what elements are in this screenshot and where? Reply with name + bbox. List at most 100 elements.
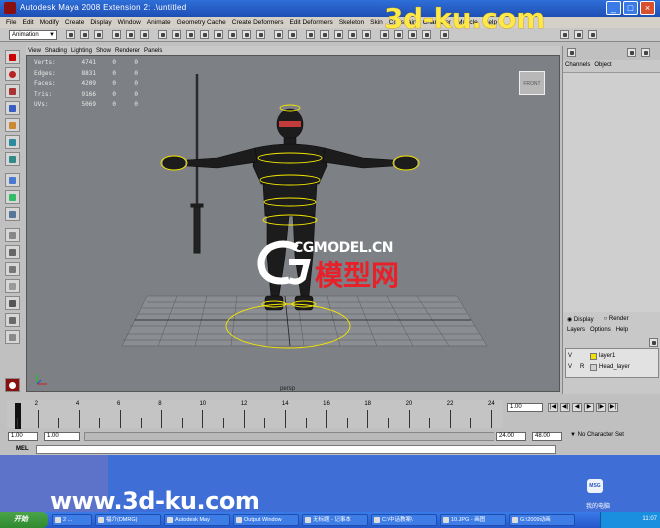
manipulator-tool-icon[interactable] <box>5 152 20 166</box>
range-bar[interactable] <box>84 432 495 441</box>
show-tool-settings-icon[interactable] <box>574 30 583 39</box>
layer-color-swatch[interactable] <box>590 353 597 360</box>
perspective-viewport[interactable]: Verts: 4741 0 0 Edges: 8831 0 0 Faces: 4… <box>26 55 560 392</box>
close-button[interactable]: × <box>640 1 655 15</box>
trax-editor-icon[interactable] <box>5 296 20 310</box>
lock-selection-icon[interactable] <box>274 30 283 39</box>
taskbar-item[interactable]: 10.JPG - 画图 <box>440 514 506 526</box>
panel-menu-panels[interactable]: Panels <box>144 48 162 54</box>
layer-menu-help[interactable]: Help <box>616 327 628 333</box>
menu-geometry-cache[interactable]: Geometry Cache <box>177 19 226 26</box>
character-set-dropdown[interactable]: ▼ No Character Set <box>570 432 624 438</box>
channel-box-icon[interactable] <box>567 48 576 57</box>
scale-tool-icon[interactable] <box>5 135 20 149</box>
layer-menu-options[interactable]: Options <box>590 327 611 333</box>
menu-animate[interactable]: Animate <box>147 19 171 26</box>
mask-handle-icon[interactable] <box>158 30 167 39</box>
menu-edit-deformers[interactable]: Edit Deformers <box>289 19 332 26</box>
channel-box-close-icon[interactable] <box>641 48 650 57</box>
lasso-tool-icon[interactable] <box>5 67 20 81</box>
mask-render-icon[interactable] <box>242 30 251 39</box>
playback-end-field[interactable]: 24.00 <box>496 432 526 441</box>
start-time-field[interactable]: 1.00 <box>8 432 38 441</box>
current-frame-field[interactable]: 1.00 <box>507 403 543 412</box>
taskbar-item[interactable]: Output Window <box>233 514 299 526</box>
single-perspective-layout-icon[interactable] <box>5 173 20 187</box>
paint-select-tool-icon[interactable] <box>5 84 20 98</box>
hypershade-icon[interactable] <box>5 262 20 276</box>
taskbar-item[interactable]: 2 ... <box>52 514 92 526</box>
mask-deform-icon[interactable] <box>214 30 223 39</box>
range-handle[interactable] <box>85 433 495 440</box>
menu-create-deformers[interactable]: Create Deformers <box>232 19 284 26</box>
step-back-key-button[interactable]: ◀| <box>560 403 570 412</box>
mask-joint-icon[interactable] <box>172 30 181 39</box>
menu-window[interactable]: Window <box>118 19 141 26</box>
minimize-button[interactable]: _ <box>606 1 621 15</box>
hypergraph-icon[interactable] <box>5 330 20 344</box>
go-to-end-button[interactable]: ▶| <box>608 403 618 412</box>
msg-shortcut-icon[interactable]: MSG <box>587 479 603 493</box>
taskbar-item[interactable]: G:\2009动画 <box>509 514 575 526</box>
snap-view-plane-icon[interactable] <box>348 30 357 39</box>
end-time-field[interactable]: 48.00 <box>532 432 562 441</box>
step-forward-key-button[interactable]: |▶ <box>596 403 606 412</box>
layer-row[interactable]: V R Head_layer <box>566 363 660 373</box>
layer-row[interactable]: V layer1 <box>566 352 660 362</box>
snap-grid-icon[interactable] <box>306 30 315 39</box>
play-forwards-button[interactable]: ▶ <box>584 403 594 412</box>
snap-curve-icon[interactable] <box>320 30 329 39</box>
view-cube[interactable]: FRONT <box>519 71 545 95</box>
playback-start-field[interactable]: 1.00 <box>44 432 80 441</box>
mel-label[interactable]: MEL <box>16 446 29 452</box>
highlight-selection-icon[interactable] <box>288 30 297 39</box>
mask-misc-icon[interactable] <box>256 30 265 39</box>
save-scene-icon[interactable] <box>94 30 103 39</box>
play-backwards-button[interactable]: ◀ <box>572 403 582 412</box>
menu-display[interactable]: Display <box>90 19 111 26</box>
move-tool-icon[interactable] <box>5 101 20 115</box>
channel-box-menu-object[interactable]: Object <box>594 62 611 68</box>
maximize-button[interactable]: □ <box>623 1 638 15</box>
menu-skeleton[interactable]: Skeleton <box>339 19 364 26</box>
layer-visibility[interactable]: V <box>568 353 572 359</box>
panel-menu-show[interactable]: Show <box>96 48 111 54</box>
rotate-tool-icon[interactable] <box>5 118 20 132</box>
select-object-icon[interactable] <box>126 30 135 39</box>
persp-outliner-layout-icon[interactable] <box>5 207 20 221</box>
select-tool-icon[interactable] <box>5 50 20 64</box>
new-scene-icon[interactable] <box>66 30 75 39</box>
start-button[interactable]: 开始 <box>0 512 48 528</box>
layout-preset-icon[interactable] <box>5 313 20 327</box>
show-attribute-editor-icon[interactable] <box>560 30 569 39</box>
taskbar-item[interactable]: Autodesk May <box>164 514 230 526</box>
menu-set-dropdown[interactable]: Animation ▼ <box>9 30 57 40</box>
graph-editor-icon[interactable] <box>5 245 20 259</box>
open-scene-icon[interactable] <box>80 30 89 39</box>
taskbar-item[interactable]: 福介(DMRG) <box>95 514 161 526</box>
command-input[interactable] <box>36 445 556 454</box>
menu-modify[interactable]: Modify <box>40 19 59 26</box>
layer-reference[interactable]: R <box>580 364 584 370</box>
panel-menu-view[interactable]: View <box>28 48 41 54</box>
render-radio[interactable]: ○ Render <box>604 316 629 323</box>
taskbar-item[interactable]: 无标题 - 记事本 <box>302 514 368 526</box>
menu-create[interactable]: Create <box>65 19 85 26</box>
new-layer-icon[interactable] <box>649 338 658 347</box>
display-radio[interactable]: ◉ Display <box>567 316 594 323</box>
channel-box-menu-channels[interactable]: Channels <box>565 62 590 68</box>
select-component-icon[interactable] <box>140 30 149 39</box>
menu-skin[interactable]: Skin <box>370 19 383 26</box>
channel-attributes-area[interactable] <box>563 72 660 312</box>
go-to-start-button[interactable]: |◀ <box>548 403 558 412</box>
show-channel-box-icon[interactable] <box>588 30 597 39</box>
layer-visibility[interactable]: V <box>568 364 572 370</box>
menu-edit[interactable]: Edit <box>22 19 33 26</box>
panel-menu-shading[interactable]: Shading <box>45 48 67 54</box>
clock[interactable]: 11:07 <box>642 516 657 522</box>
layer-menu-layers[interactable]: Layers <box>567 327 585 333</box>
time-ruler[interactable]: 2 4 6 8 10 12 14 16 18 20 22 24 <box>7 400 503 429</box>
make-live-icon[interactable] <box>362 30 371 39</box>
mask-surface-icon[interactable] <box>200 30 209 39</box>
panel-menu-renderer[interactable]: Renderer <box>115 48 140 54</box>
